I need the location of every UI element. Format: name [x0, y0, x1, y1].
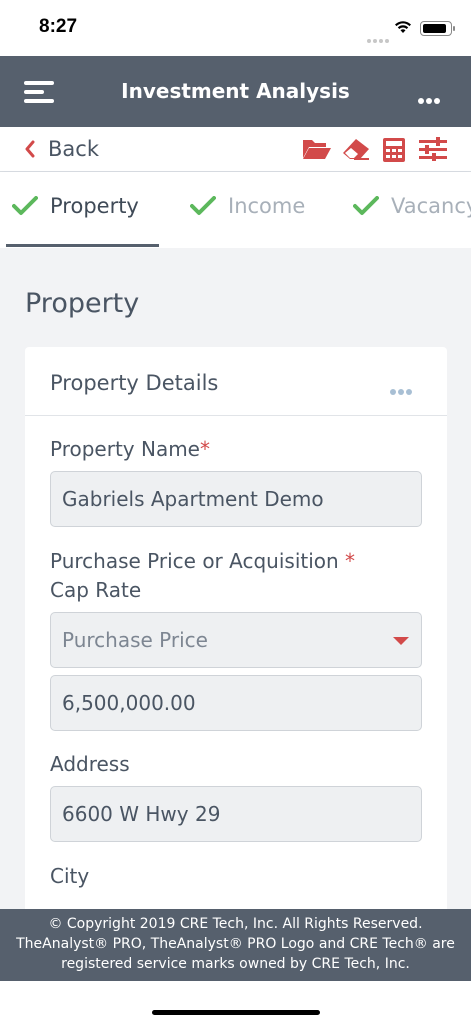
home-indicator[interactable]: [152, 1010, 320, 1015]
home-area: [0, 981, 471, 1024]
property-name-label: Property Name*: [50, 437, 210, 461]
tab-property-label: Property: [50, 194, 139, 218]
page-title: Property: [25, 288, 140, 319]
purchase-price-label: Purchase Price or Acquisition * Cap Rate: [50, 549, 356, 602]
required-mark: *: [345, 549, 356, 573]
tab-income[interactable]: Income: [190, 194, 305, 218]
app-header: Investment Analysis: [0, 56, 471, 127]
signal-icon: [367, 28, 391, 47]
tab-vacancy[interactable]: Vacancy: [353, 194, 471, 218]
step-tabs: Property Income Vacancy: [0, 172, 471, 248]
tab-vacancy-label: Vacancy: [391, 194, 471, 218]
purchase-amount-input[interactable]: 6,500,000.00: [50, 675, 422, 731]
address-label: Address: [50, 752, 130, 776]
purchase-amount-value: 6,500,000.00: [62, 691, 196, 715]
page-header-title: Investment Analysis: [121, 79, 350, 103]
back-label: Back: [48, 137, 99, 161]
checkmark-icon: [12, 196, 38, 215]
dropdown-arrow-icon: [393, 637, 409, 645]
card-title: Property Details: [50, 371, 219, 395]
back-button[interactable]: Back: [24, 137, 99, 161]
property-name-input[interactable]: Gabriels Apartment Demo: [50, 471, 422, 527]
toolbar: Back: [0, 127, 471, 172]
sliders-icon[interactable]: [418, 137, 448, 161]
purchase-type-value: Purchase Price: [62, 628, 208, 652]
property-name-value: Gabriels Apartment Demo: [62, 487, 324, 511]
address-value: 6600 W Hwy 29: [62, 802, 221, 826]
eraser-icon[interactable]: [341, 137, 371, 161]
active-tab-indicator: [6, 244, 159, 247]
status-time: 8:27: [39, 16, 78, 37]
more-options-icon[interactable]: [418, 89, 442, 108]
checkmark-icon: [190, 196, 216, 215]
purchase-type-select[interactable]: Purchase Price: [50, 612, 422, 668]
folder-open-icon[interactable]: [302, 137, 332, 161]
main-content[interactable]: Property Property Details Property Name*…: [0, 248, 471, 909]
card-more-icon[interactable]: [390, 380, 414, 399]
battery-icon: [420, 21, 455, 36]
tab-property[interactable]: Property: [12, 194, 139, 218]
address-input[interactable]: 6600 W Hwy 29: [50, 786, 422, 842]
copyright-footer: © Copyright 2019 CRE Tech, Inc. All Righ…: [0, 909, 471, 981]
wifi-icon: [395, 21, 411, 33]
card-header: Property Details: [25, 347, 447, 416]
checkmark-icon: [353, 196, 379, 215]
property-details-card: Property Details Property Name* Gabriels…: [25, 347, 447, 909]
chevron-left-icon: [25, 140, 35, 158]
tab-income-label: Income: [228, 194, 306, 218]
required-mark: *: [200, 437, 210, 461]
city-label: City: [50, 864, 90, 888]
calculator-icon[interactable]: [382, 137, 406, 163]
status-bar: 8:27: [0, 0, 471, 56]
